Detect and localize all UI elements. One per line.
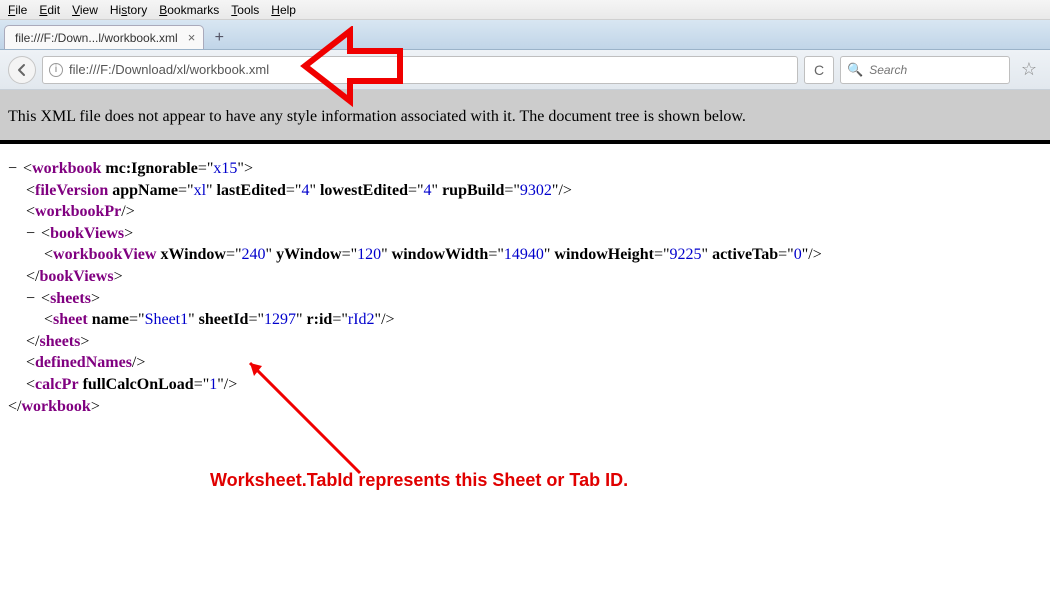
xml-notice: This XML file does not appear to have an… [0,90,1050,144]
reload-icon: C [814,62,824,78]
menu-bookmarks[interactable]: Bookmarks [153,2,225,18]
menu-file[interactable]: File [2,2,33,18]
annotation-text: Worksheet.TabId represents this Sheet or… [210,470,628,491]
search-bar[interactable]: 🔍 [840,56,1010,84]
menu-edit[interactable]: Edit [33,2,66,18]
back-button[interactable] [8,56,36,84]
menu-view[interactable]: View [66,2,104,18]
xml-line: − <workbook mc:Ignorable="x15"> [8,158,1042,180]
xml-line: </sheets> [8,331,1042,353]
search-input[interactable] [869,63,1026,77]
tab-title: file:///F:/Down...l/workbook.xml [15,31,178,45]
xml-line: <workbookView xWindow="240" yWindow="120… [8,244,1042,266]
toolbar: i C 🔍 ☆ [0,50,1050,90]
star-icon: ☆ [1021,59,1037,80]
xml-line: <definedNames/> [8,352,1042,374]
xml-line: </workbook> [8,396,1042,418]
xml-tree: − <workbook mc:Ignorable="x15"> <fileVer… [0,144,1050,431]
menu-bar: File Edit View History Bookmarks Tools H… [0,0,1050,20]
arrow-left-icon [15,63,29,77]
close-icon[interactable]: × [188,31,196,44]
search-icon: 🔍 [847,62,863,78]
bookmark-button[interactable]: ☆ [1016,56,1042,84]
menu-history[interactable]: History [104,2,153,18]
tab-strip: file:///F:/Down...l/workbook.xml × + [0,20,1050,50]
xml-line: <sheet name="Sheet1" sheetId="1297" r:id… [8,309,1042,331]
xml-line: </bookViews> [8,266,1042,288]
url-input[interactable] [69,62,791,77]
info-icon: i [49,63,63,77]
xml-line: <fileVersion appName="xl" lastEdited="4"… [8,180,1042,202]
menu-tools[interactable]: Tools [225,2,265,18]
menu-help[interactable]: Help [265,2,302,18]
xml-line: − <sheets> [8,288,1042,310]
browser-tab[interactable]: file:///F:/Down...l/workbook.xml × [4,25,204,49]
new-tab-button[interactable]: + [206,27,232,49]
reload-button[interactable]: C [804,56,834,84]
xml-line: <workbookPr/> [8,201,1042,223]
xml-line: <calcPr fullCalcOnLoad="1"/> [8,374,1042,396]
xml-line: − <bookViews> [8,223,1042,245]
url-bar[interactable]: i [42,56,798,84]
